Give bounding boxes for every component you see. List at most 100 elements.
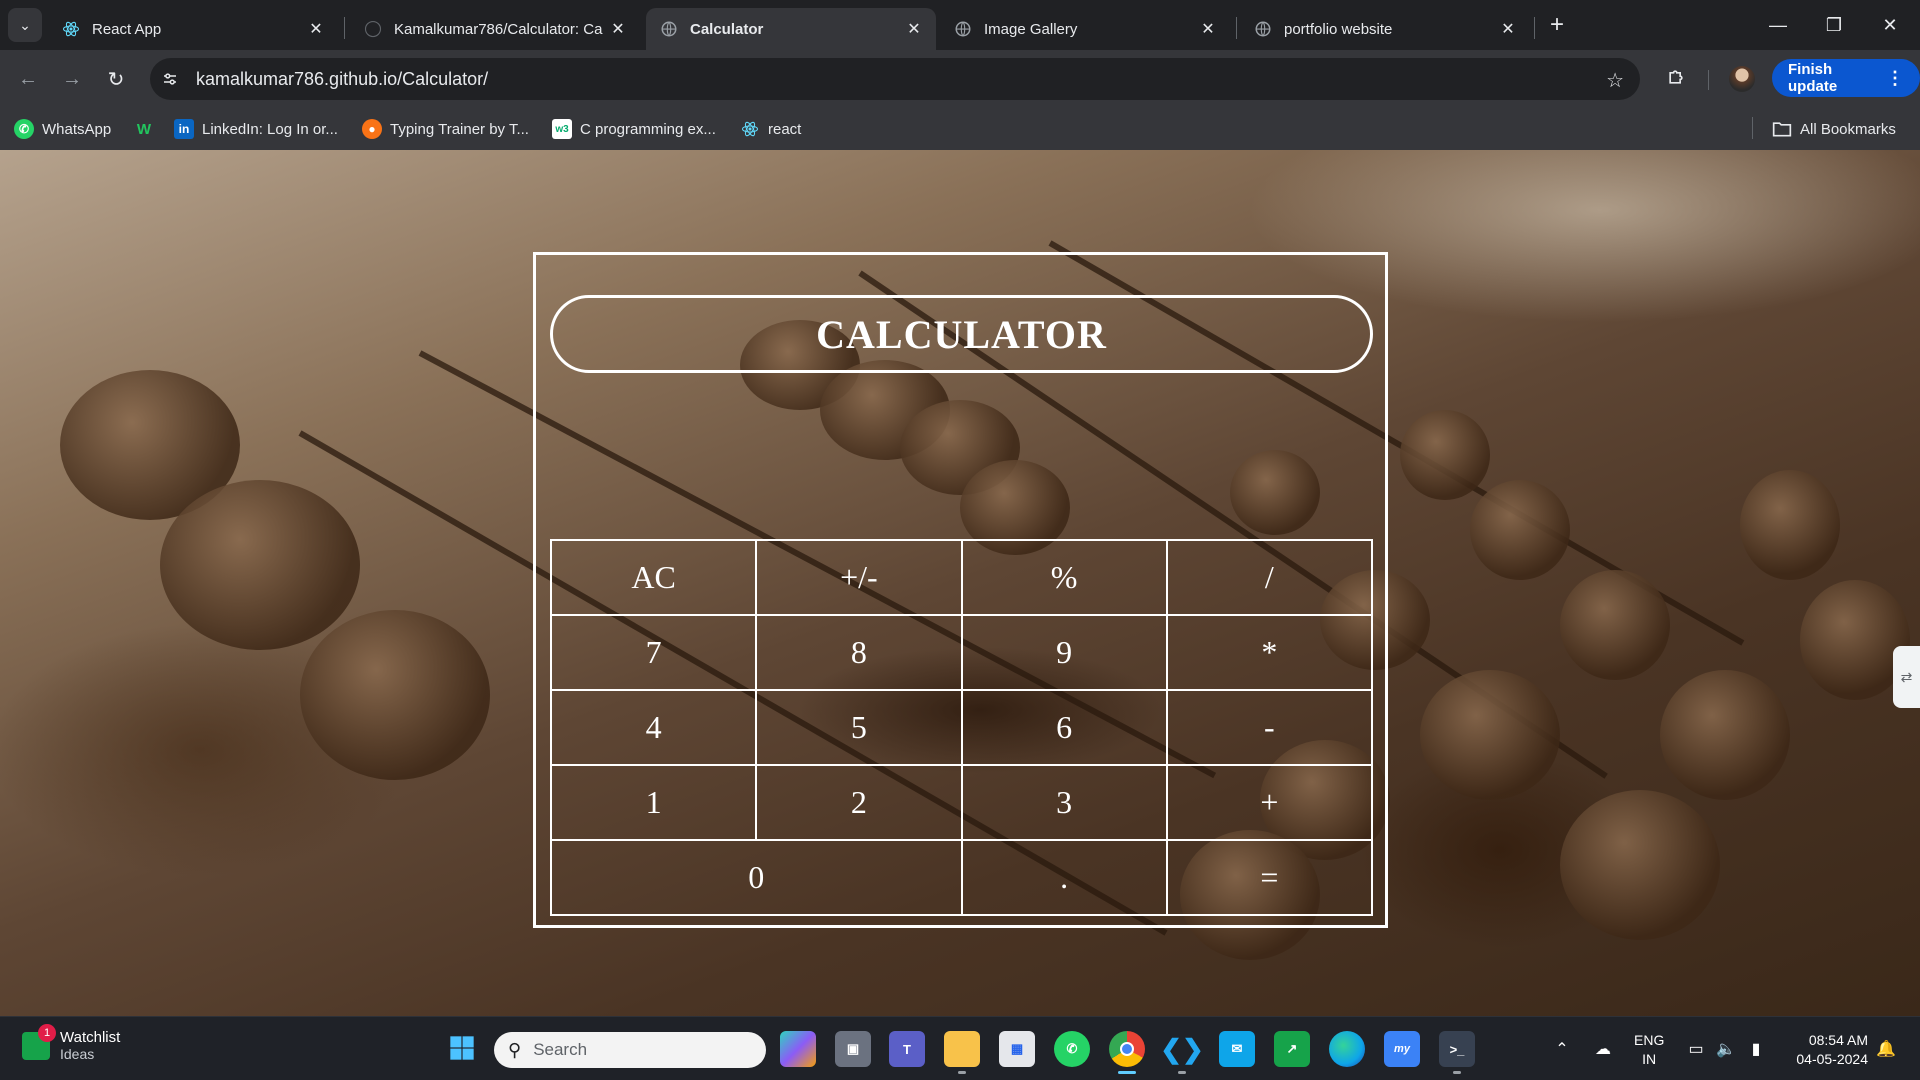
key-minus[interactable]: -	[1165, 689, 1374, 766]
key-3[interactable]: 3	[960, 764, 1168, 841]
minimize-button[interactable]: —	[1750, 0, 1806, 50]
key-7[interactable]: 7	[549, 614, 758, 691]
globe-icon	[954, 20, 972, 38]
close-window-button[interactable]: ✕	[1862, 0, 1918, 50]
stock-chart-icon: 1	[22, 1023, 56, 1060]
finish-update-button[interactable]: Finish update ⋮	[1772, 59, 1920, 97]
key-multiply[interactable]: *	[1165, 614, 1374, 691]
bookmark-star-icon[interactable]: ☆	[1606, 68, 1624, 93]
bookmark-w[interactable]: W	[134, 116, 162, 142]
close-icon[interactable]: ✕	[1498, 19, 1518, 39]
reload-button[interactable]: ↻	[100, 63, 132, 95]
tab-portfolio-website[interactable]: portfolio website ✕	[1240, 8, 1530, 50]
tab-react-app[interactable]: React App ✕	[48, 8, 338, 50]
key-ac[interactable]: AC	[549, 539, 758, 616]
mail-app[interactable]: ✉	[1219, 1031, 1255, 1067]
minimize-icon: —	[1769, 14, 1787, 35]
globe-icon	[660, 20, 678, 38]
onedrive-button[interactable]: ☁	[1588, 1017, 1618, 1080]
language-indicator[interactable]: ENG IN	[1634, 1031, 1664, 1069]
key-6[interactable]: 6	[960, 689, 1168, 766]
key-divide[interactable]: /	[1165, 539, 1374, 616]
address-bar[interactable]: kamalkumar786.github.io/Calculator/ ☆	[150, 58, 1640, 100]
task-view-app[interactable]: ▣	[835, 1031, 871, 1067]
bookmark-linkedin[interactable]: in LinkedIn: Log In or...	[174, 116, 338, 142]
network-button[interactable]: ▭	[1684, 1017, 1708, 1080]
close-icon: ✕	[1882, 14, 1898, 35]
close-icon[interactable]: ✕	[1198, 19, 1218, 39]
bookmark-react[interactable]: react	[740, 116, 801, 142]
show-hidden-icons-button[interactable]: ⌃	[1550, 1017, 1574, 1080]
key-2[interactable]: 2	[755, 764, 963, 841]
key-8[interactable]: 8	[755, 614, 963, 691]
key-decimal[interactable]: .	[960, 839, 1168, 916]
tab-image-gallery[interactable]: Image Gallery ✕	[940, 8, 1230, 50]
side-panel-handle[interactable]: ⇄	[1893, 646, 1920, 708]
close-icon[interactable]: ✕	[608, 19, 628, 39]
clock[interactable]: 08:54 AM 04-05-2024	[1786, 1031, 1868, 1069]
forward-button[interactable]: →	[56, 63, 88, 95]
stocks-app[interactable]: ↗	[1274, 1031, 1310, 1067]
taskbar: 1 Watchlist Ideas ⚲ Search ▣ T ▦ ✆ ❮❯ ✉ …	[0, 1016, 1920, 1080]
bookmark-typing-trainer[interactable]: ● Typing Trainer by T...	[362, 116, 529, 142]
notifications-button[interactable]: 🔔	[1874, 1017, 1898, 1080]
all-bookmarks-button[interactable]: All Bookmarks	[1772, 116, 1896, 142]
back-button[interactable]: ←	[12, 63, 44, 95]
react-icon	[62, 20, 80, 38]
extensions-button[interactable]	[1660, 63, 1692, 95]
bookmark-label: WhatsApp	[42, 120, 112, 138]
notification-badge: 1	[38, 1023, 56, 1042]
mysql-app[interactable]: my	[1384, 1031, 1420, 1067]
bell-icon: 🔔	[1876, 1041, 1896, 1058]
bookmark-label: LinkedIn: Log In or...	[202, 120, 338, 138]
key-4[interactable]: 4	[549, 689, 758, 766]
profile-button[interactable]	[1726, 63, 1758, 95]
bookmark-label: Typing Trainer by T...	[390, 120, 529, 138]
key-1[interactable]: 1	[549, 764, 758, 841]
vscode-app[interactable]: ❮❯	[1160, 1031, 1204, 1067]
key-5[interactable]: 5	[755, 689, 963, 766]
key-equals[interactable]: =	[1165, 839, 1374, 916]
tab-search-button[interactable]: ⌄	[8, 8, 42, 42]
tab-separator	[1236, 17, 1237, 39]
taskbar-search[interactable]: ⚲ Search	[494, 1032, 766, 1068]
teams-icon: T	[903, 1041, 911, 1057]
teams-app[interactable]: T	[889, 1031, 925, 1067]
key-9[interactable]: 9	[960, 614, 1168, 691]
bookmarks-bar: ✆ WhatsApp W in LinkedIn: Log In or... ●…	[0, 108, 1920, 150]
chrome-app[interactable]	[1109, 1031, 1145, 1067]
whatsapp-app[interactable]: ✆	[1054, 1031, 1090, 1067]
terminal-app[interactable]: >_	[1439, 1031, 1475, 1067]
battery-button[interactable]: ▮	[1744, 1017, 1768, 1080]
edge-app[interactable]	[1329, 1031, 1365, 1067]
vscode-icon: ❮❯	[1160, 1033, 1204, 1064]
copilot-app[interactable]	[780, 1031, 816, 1067]
new-tab-button[interactable]: +	[1542, 10, 1572, 40]
avatar	[1729, 66, 1755, 92]
key-plus[interactable]: +	[1165, 764, 1374, 841]
restore-button[interactable]: ❐	[1806, 0, 1862, 50]
close-icon[interactable]: ✕	[306, 19, 326, 39]
watchlist-subtitle: Ideas	[60, 1046, 95, 1062]
tab-strip: ⌄ React App ✕ Kamalkumar786/Calculator: …	[0, 0, 1920, 50]
watchlist-widget[interactable]: 1 Watchlist Ideas	[22, 1023, 120, 1062]
windows-icon	[448, 1034, 476, 1065]
calculator-display	[550, 385, 1373, 525]
microsoft-store-app[interactable]: ▦	[999, 1031, 1035, 1067]
bookmark-whatsapp[interactable]: ✆ WhatsApp	[14, 116, 111, 142]
file-explorer-app[interactable]	[944, 1031, 980, 1067]
key-sign-toggle[interactable]: +/-	[755, 539, 963, 616]
tab-github-calculator[interactable]: Kamalkumar786/Calculator: Ca ✕	[350, 8, 640, 50]
puzzle-icon	[1666, 67, 1686, 92]
site-info-icon[interactable]	[150, 58, 190, 100]
plus-icon: +	[1549, 11, 1564, 38]
close-icon[interactable]: ✕	[904, 19, 924, 39]
key-percent[interactable]: %	[960, 539, 1168, 616]
volume-button[interactable]: 🔈	[1714, 1017, 1738, 1080]
key-0[interactable]: 0	[550, 839, 963, 916]
start-button[interactable]	[444, 1031, 480, 1067]
tab-calculator[interactable]: Calculator ✕	[646, 8, 936, 50]
bookmark-c-programming[interactable]: w3 C programming ex...	[552, 116, 716, 142]
url-text[interactable]: kamalkumar786.github.io/Calculator/	[196, 69, 488, 90]
arrow-right-icon: →	[62, 67, 82, 90]
